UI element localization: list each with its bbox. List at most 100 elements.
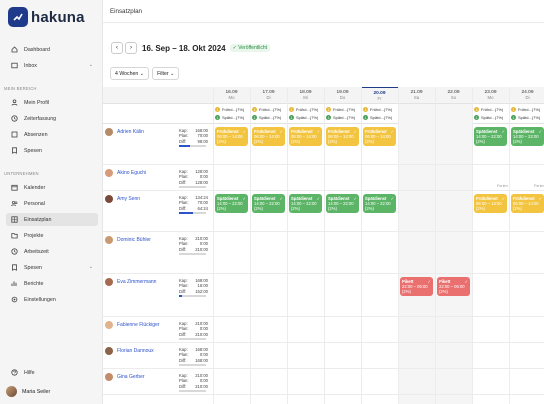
sidebar-item-absenzen[interactable]: Absenzen xyxy=(6,128,98,141)
shift-frueh[interactable]: Frühdienst ✓ 06:00 – 14:00 (2%) xyxy=(289,127,322,146)
summary-fruehdienst[interactable]: 1 Frühd... (7%) xyxy=(511,107,540,112)
sidebar-item-spesen-mine[interactable]: Spesen xyxy=(6,144,98,157)
sidebar-item-spesen-company[interactable]: Spesen ⌄ xyxy=(6,261,98,274)
shift-frueh[interactable]: Frühdienst ✓ 06:00 – 14:00 (2%) xyxy=(363,127,396,146)
summary-spaetdienst[interactable]: 1 Spätd... (7%) xyxy=(215,115,244,120)
summary-spaetdienst[interactable]: 1 Spätd... (7%) xyxy=(289,115,318,120)
summary-fruehdienst[interactable]: 1 Frühd... (7%) xyxy=(289,107,318,112)
shift-spaet[interactable]: Spätdienst ✓ 14:00 – 22:00 (2%) xyxy=(326,194,359,213)
stat-line: Diff: 128:00 xyxy=(179,180,208,185)
employee-cell[interactable]: Adrien Kälin xyxy=(105,128,144,136)
logo[interactable]: hakuna xyxy=(8,7,85,27)
previous-button[interactable]: ‹ xyxy=(111,42,123,54)
schedule-grid: 16.09 Mo 17.09 Di 18.09 Mi 19.09 Do 20.09 Fr 21.09… xyxy=(103,87,544,404)
summary-spaetdienst[interactable]: 1 Spätd... (7%) xyxy=(326,115,355,120)
stat-label: Diff: xyxy=(179,383,187,389)
sidebar-item-projekte[interactable]: Projekte xyxy=(6,229,98,242)
shift-pct: (2%) xyxy=(402,288,411,294)
shift-pikett[interactable]: Pikett ✓ 22:00 – 06:00 (2%) xyxy=(400,277,433,296)
summary-fruehdienst[interactable]: 1 Frühd... (7%) xyxy=(363,107,392,112)
summary-spaetdienst[interactable]: 1 Spätd... (7%) xyxy=(511,115,540,120)
shift-spaet[interactable]: Spätdienst ✓ 14:00 – 22:00 (2%) xyxy=(363,194,396,213)
employee-name: Adrien Kälin xyxy=(117,129,144,135)
shift-spaet[interactable]: Spätdienst ✓ 14:00 – 22:00 (2%) xyxy=(289,194,322,213)
employee-cell[interactable]: Akino Eguchi xyxy=(105,169,146,177)
summary-pct: (7%) xyxy=(531,115,541,120)
employee-stats: Kap: 210:00 Plan: 0:00 Diff: 210:00 xyxy=(179,236,208,255)
status-label: Veröffentlicht xyxy=(238,45,268,51)
check-icon: ✓ xyxy=(464,278,468,284)
absence-icon xyxy=(10,131,18,139)
shift-frueh[interactable]: Frühdienst ✓ 06:00 – 14:00 (2%) xyxy=(326,127,359,146)
count-badge: 1 xyxy=(363,115,368,120)
shift-frueh[interactable]: Frühdienst ✓ 06:00 – 14:00 (2%) xyxy=(252,127,285,146)
summary-label: Spätd... xyxy=(370,115,384,120)
employee-cell[interactable]: Fabienne Flückiger xyxy=(105,321,160,329)
stat-value: 210:00 xyxy=(195,246,208,252)
user-menu[interactable]: Maria Seiler xyxy=(6,386,50,397)
sidebar-item-arbeitszeit[interactable]: Arbeitszeit xyxy=(6,245,98,258)
summary-fruehdienst[interactable]: 1 Frühd... (7%) xyxy=(215,107,244,112)
shift-pct: (2%) xyxy=(217,205,226,211)
employee-name: Akino Eguchi xyxy=(117,170,147,176)
summary-pct: (7%) xyxy=(309,107,319,112)
day-weekday: Mo xyxy=(487,95,494,100)
summary-spaetdienst[interactable]: 1 Spätd... (7%) xyxy=(363,115,392,120)
sidebar-item-zeiterfassung[interactable]: Zeiterfassung xyxy=(6,112,98,125)
avatar xyxy=(105,169,113,177)
employee-cell[interactable]: Amy Senn xyxy=(105,195,140,203)
sidebar-item-profil[interactable]: Mein Profil xyxy=(6,96,98,109)
capacity-bar-fill xyxy=(179,212,194,214)
help-button[interactable]: Hilfe xyxy=(6,366,98,379)
count-badge: 1 xyxy=(326,107,331,112)
day-header: 24.09 Di xyxy=(509,87,544,104)
sidebar-item-inbox[interactable]: Inbox ⌄ xyxy=(6,59,98,72)
summary-pct: (7%) xyxy=(531,107,541,112)
shift-spaet[interactable]: Spätdienst ✓ 14:00 – 22:00 (2%) xyxy=(252,194,285,213)
sidebar-item-dashboard[interactable]: Dashboard xyxy=(6,43,98,56)
summary-fruehdienst[interactable]: 1 Frühd... (7%) xyxy=(474,107,503,112)
sidebar-item-einstellungen[interactable]: Einstellungen xyxy=(6,293,98,306)
shift-pikett[interactable]: Pikett ✓ 22:00 – 06:00 (2%) xyxy=(437,277,470,296)
table-row: Amy Senn Kap: 134:24 Plan: 70:00 Diff: 64:24 Sp… xyxy=(103,191,544,232)
table-row: Dominic Bühler Kap: 210:00 Plan: 0:00 Diff: 21… xyxy=(103,232,544,274)
employee-stats: Kap: 128:00 Plan: 0:00 Diff: 128:00 xyxy=(179,169,208,188)
shift-spaet[interactable]: Spätdienst ✓ 14:00 – 22:00 (2%) xyxy=(511,127,544,146)
next-button[interactable]: › xyxy=(125,42,137,54)
folder-icon xyxy=(10,232,18,240)
check-icon: ✓ xyxy=(501,195,505,201)
sidebar-item-personal[interactable]: Personal xyxy=(6,197,98,210)
shift-pct: (2%) xyxy=(365,205,374,211)
check-icon: ✓ xyxy=(279,128,283,134)
count-badge: 1 xyxy=(289,115,294,120)
summary-spaetdienst[interactable]: 1 Spätd... (7%) xyxy=(252,115,281,120)
table-row: Gina Gerber Kap: 210:00 Plan: 0:00 Diff: 210:0… xyxy=(103,369,544,395)
summary-fruehdienst[interactable]: 1 Frühd... (7%) xyxy=(326,107,355,112)
shift-pct: (2%) xyxy=(439,288,448,294)
sidebar-item-kalender[interactable]: Kalender xyxy=(6,181,98,194)
shift-frueh[interactable]: Frühdienst ✓ 06:00 – 14:00 (2%) xyxy=(511,194,544,213)
capacity-bar xyxy=(179,145,206,147)
filter-button[interactable]: Filter ⌄ xyxy=(152,67,180,80)
stat-value: 128:00 xyxy=(195,179,208,185)
employee-cell[interactable]: Gina Gerber xyxy=(105,373,145,381)
day-weekday: Fr xyxy=(377,96,382,101)
employee-cell[interactable]: Florian Dannoux xyxy=(105,347,154,355)
count-badge: 1 xyxy=(215,107,220,112)
sidebar-item-berichte[interactable]: Berichte xyxy=(6,277,98,290)
shift-frueh[interactable]: Frühdienst ✓ 06:00 – 14:00 (2%) xyxy=(215,127,248,146)
summary-spaetdienst[interactable]: 1 Spätd... (7%) xyxy=(474,115,503,120)
shift-spaet[interactable]: Spätdienst ✓ 14:00 – 22:00 (2%) xyxy=(215,194,248,213)
logo-icon xyxy=(8,7,28,27)
employee-name: Dominic Bühler xyxy=(117,237,151,243)
summary-fruehdienst[interactable]: 1 Frühd... (7%) xyxy=(252,107,281,112)
shift-pct: (2%) xyxy=(254,138,263,144)
employee-cell[interactable]: Eva Zimmermann xyxy=(105,278,156,286)
shift-frueh[interactable]: Frühdienst ✓ 06:00 – 14:00 (2%) xyxy=(474,194,507,213)
summary-pct: (7%) xyxy=(383,115,393,120)
view-select[interactable]: 4 Wochen ⌄ xyxy=(110,67,150,80)
employee-name: Florian Dannoux xyxy=(117,348,154,354)
employee-cell[interactable]: Dominic Bühler xyxy=(105,236,151,244)
sidebar-item-einsatzplan[interactable]: Einsatzplan xyxy=(6,213,98,226)
shift-spaet[interactable]: Spätdienst ✓ 14:00 – 22:00 (2%) xyxy=(474,127,507,146)
